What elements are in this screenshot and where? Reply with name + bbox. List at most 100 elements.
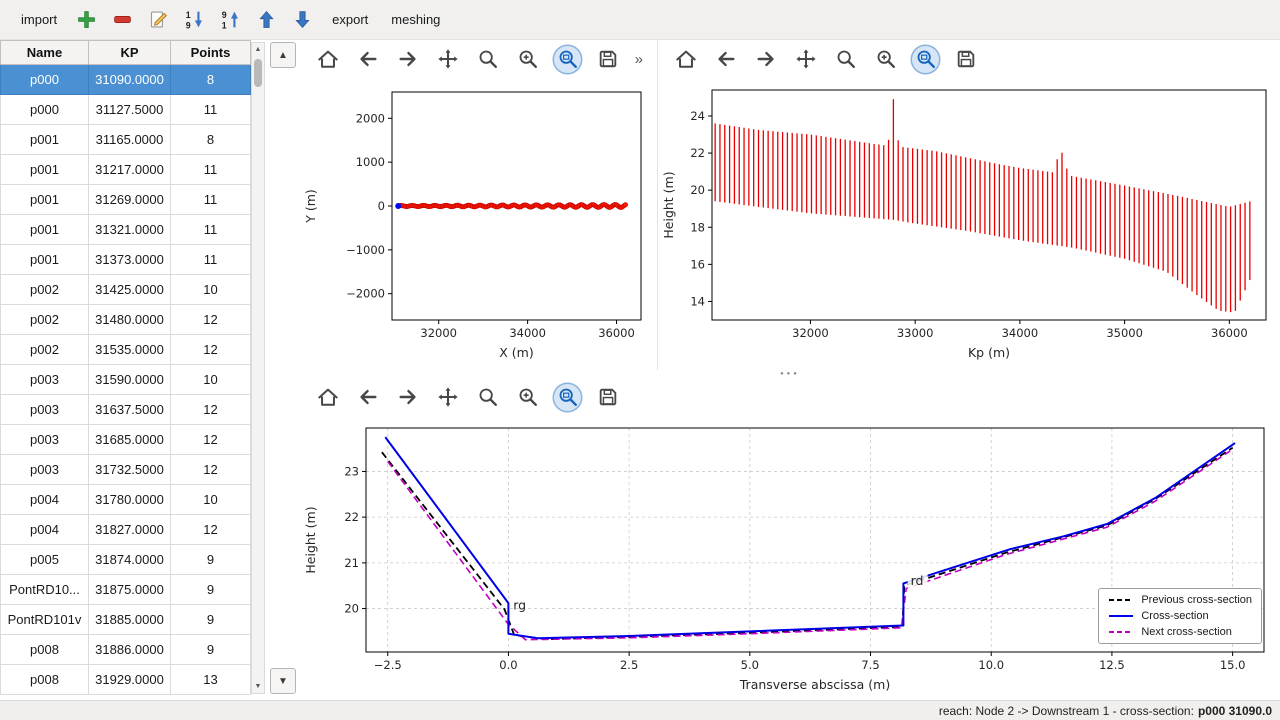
table-row[interactable]: p00231535.000012 [1, 335, 251, 365]
cell-name[interactable]: p003 [1, 395, 89, 425]
pan-button[interactable] [434, 384, 461, 411]
cell-points[interactable]: 9 [171, 545, 251, 575]
table-row[interactable]: p00331590.000010 [1, 365, 251, 395]
cell-points[interactable]: 8 [171, 125, 251, 155]
cell-points[interactable]: 11 [171, 245, 251, 275]
home-button[interactable] [672, 46, 699, 73]
cell-kp[interactable]: 31217.0000 [89, 155, 171, 185]
cell-name[interactable]: p000 [1, 65, 89, 95]
cell-name[interactable]: p003 [1, 455, 89, 485]
table-row[interactable]: PontRD10...31875.00009 [1, 575, 251, 605]
cell-kp[interactable]: 31780.0000 [89, 485, 171, 515]
table-row[interactable]: p00031127.500011 [1, 95, 251, 125]
sort-descending-button[interactable] [179, 4, 210, 35]
table-row[interactable]: p00031090.00008 [1, 65, 251, 95]
chart-canvas[interactable]: 320003400036000−2000−1000010002000X (m)Y… [300, 78, 657, 370]
cell-kp[interactable]: 31373.0000 [89, 245, 171, 275]
longitudinal-profile-plot[interactable]: 3200033000340003500036000141618202224Kp … [658, 78, 1280, 370]
table-row[interactable]: p00131165.00008 [1, 125, 251, 155]
cell-name[interactable]: p008 [1, 665, 89, 695]
table-row[interactable]: p00131217.000011 [1, 155, 251, 185]
table-row[interactable]: p00331637.500012 [1, 395, 251, 425]
plan-view-plot[interactable]: 320003400036000−2000−1000010002000X (m)Y… [300, 78, 657, 370]
table-row[interactable]: p00131269.000011 [1, 185, 251, 215]
table-row[interactable]: p00131321.000011 [1, 215, 251, 245]
cell-name[interactable]: p001 [1, 155, 89, 185]
save-button[interactable] [594, 46, 621, 73]
cell-name[interactable]: p001 [1, 125, 89, 155]
move-down-button[interactable] [287, 4, 318, 35]
cell-name[interactable]: p001 [1, 215, 89, 245]
cell-points[interactable]: 12 [171, 335, 251, 365]
cell-points[interactable]: 10 [171, 365, 251, 395]
table-row[interactable]: p00831886.00009 [1, 635, 251, 665]
zoom-in-button[interactable] [872, 46, 899, 73]
cell-name[interactable]: p001 [1, 245, 89, 275]
cell-kp[interactable]: 31929.0000 [89, 665, 171, 695]
export-button[interactable]: export [323, 6, 377, 33]
save-button[interactable] [952, 46, 979, 73]
cell-points[interactable]: 10 [171, 485, 251, 515]
cell-points[interactable]: 9 [171, 605, 251, 635]
section-move-down-button[interactable]: ▼ [270, 668, 296, 694]
cell-points[interactable]: 10 [171, 275, 251, 305]
zoom-button[interactable] [474, 46, 501, 73]
cell-points[interactable]: 12 [171, 455, 251, 485]
table-row[interactable]: p00331685.000012 [1, 425, 251, 455]
cell-name[interactable]: p008 [1, 635, 89, 665]
cell-kp[interactable]: 31535.0000 [89, 335, 171, 365]
sort-ascending-button[interactable] [215, 4, 246, 35]
chart-canvas[interactable]: 3200033000340003500036000141618202224Kp … [658, 78, 1280, 370]
cell-points[interactable]: 12 [171, 395, 251, 425]
zoom-button[interactable] [474, 384, 501, 411]
cell-kp[interactable]: 31590.0000 [89, 365, 171, 395]
cell-name[interactable]: PontRD101v [1, 605, 89, 635]
pan-button[interactable] [792, 46, 819, 73]
forward-button[interactable] [752, 46, 779, 73]
cell-name[interactable]: p004 [1, 515, 89, 545]
cell-points[interactable]: 13 [171, 665, 251, 695]
cell-kp[interactable]: 31321.0000 [89, 215, 171, 245]
zoom-in-button[interactable] [514, 384, 541, 411]
delete-cross-section-button[interactable] [107, 4, 138, 35]
cell-kp[interactable]: 31875.0000 [89, 575, 171, 605]
scrollbar-down-arrow-icon[interactable]: ▼ [252, 680, 264, 693]
cell-kp[interactable]: 31885.0000 [89, 605, 171, 635]
cell-kp[interactable]: 31874.0000 [89, 545, 171, 575]
scrollbar-thumb[interactable] [254, 59, 262, 87]
scrollbar-up-arrow-icon[interactable]: ▲ [252, 43, 264, 56]
zoom-select-button[interactable] [912, 46, 939, 73]
cell-name[interactable]: p004 [1, 485, 89, 515]
home-button[interactable] [314, 384, 341, 411]
column-header-kp[interactable]: KP [89, 41, 171, 65]
table-row[interactable]: PontRD101v31885.00009 [1, 605, 251, 635]
cell-points[interactable]: 11 [171, 95, 251, 125]
cell-kp[interactable]: 31090.0000 [89, 65, 171, 95]
chart-canvas[interactable]: −2.50.02.55.07.510.012.515.020212223Tran… [300, 416, 1280, 700]
cell-name[interactable]: p003 [1, 365, 89, 395]
edit-cross-section-button[interactable] [143, 4, 174, 35]
table-row[interactable]: p00431780.000010 [1, 485, 251, 515]
table-scrollbar[interactable]: ▲ ▼ [251, 42, 265, 694]
section-move-up-button[interactable]: ▲ [270, 42, 296, 68]
save-button[interactable] [594, 384, 621, 411]
cell-name[interactable]: p003 [1, 425, 89, 455]
cell-kp[interactable]: 31127.5000 [89, 95, 171, 125]
cell-name[interactable]: p002 [1, 305, 89, 335]
cross-section-plot[interactable]: −2.50.02.55.07.510.012.515.020212223Tran… [300, 416, 1280, 700]
move-up-button[interactable] [251, 4, 282, 35]
zoom-in-button[interactable] [514, 46, 541, 73]
pan-button[interactable] [434, 46, 461, 73]
back-button[interactable] [712, 46, 739, 73]
cell-name[interactable]: p002 [1, 335, 89, 365]
back-button[interactable] [354, 384, 381, 411]
table-row[interactable]: p00831929.000013 [1, 665, 251, 695]
home-button[interactable] [314, 46, 341, 73]
table-row[interactable]: p00331732.500012 [1, 455, 251, 485]
forward-button[interactable] [394, 384, 421, 411]
cell-name[interactable]: p005 [1, 545, 89, 575]
zoom-select-button[interactable] [554, 46, 581, 73]
cell-kp[interactable]: 31886.0000 [89, 635, 171, 665]
cell-name[interactable]: p002 [1, 275, 89, 305]
cell-points[interactable]: 8 [171, 65, 251, 95]
